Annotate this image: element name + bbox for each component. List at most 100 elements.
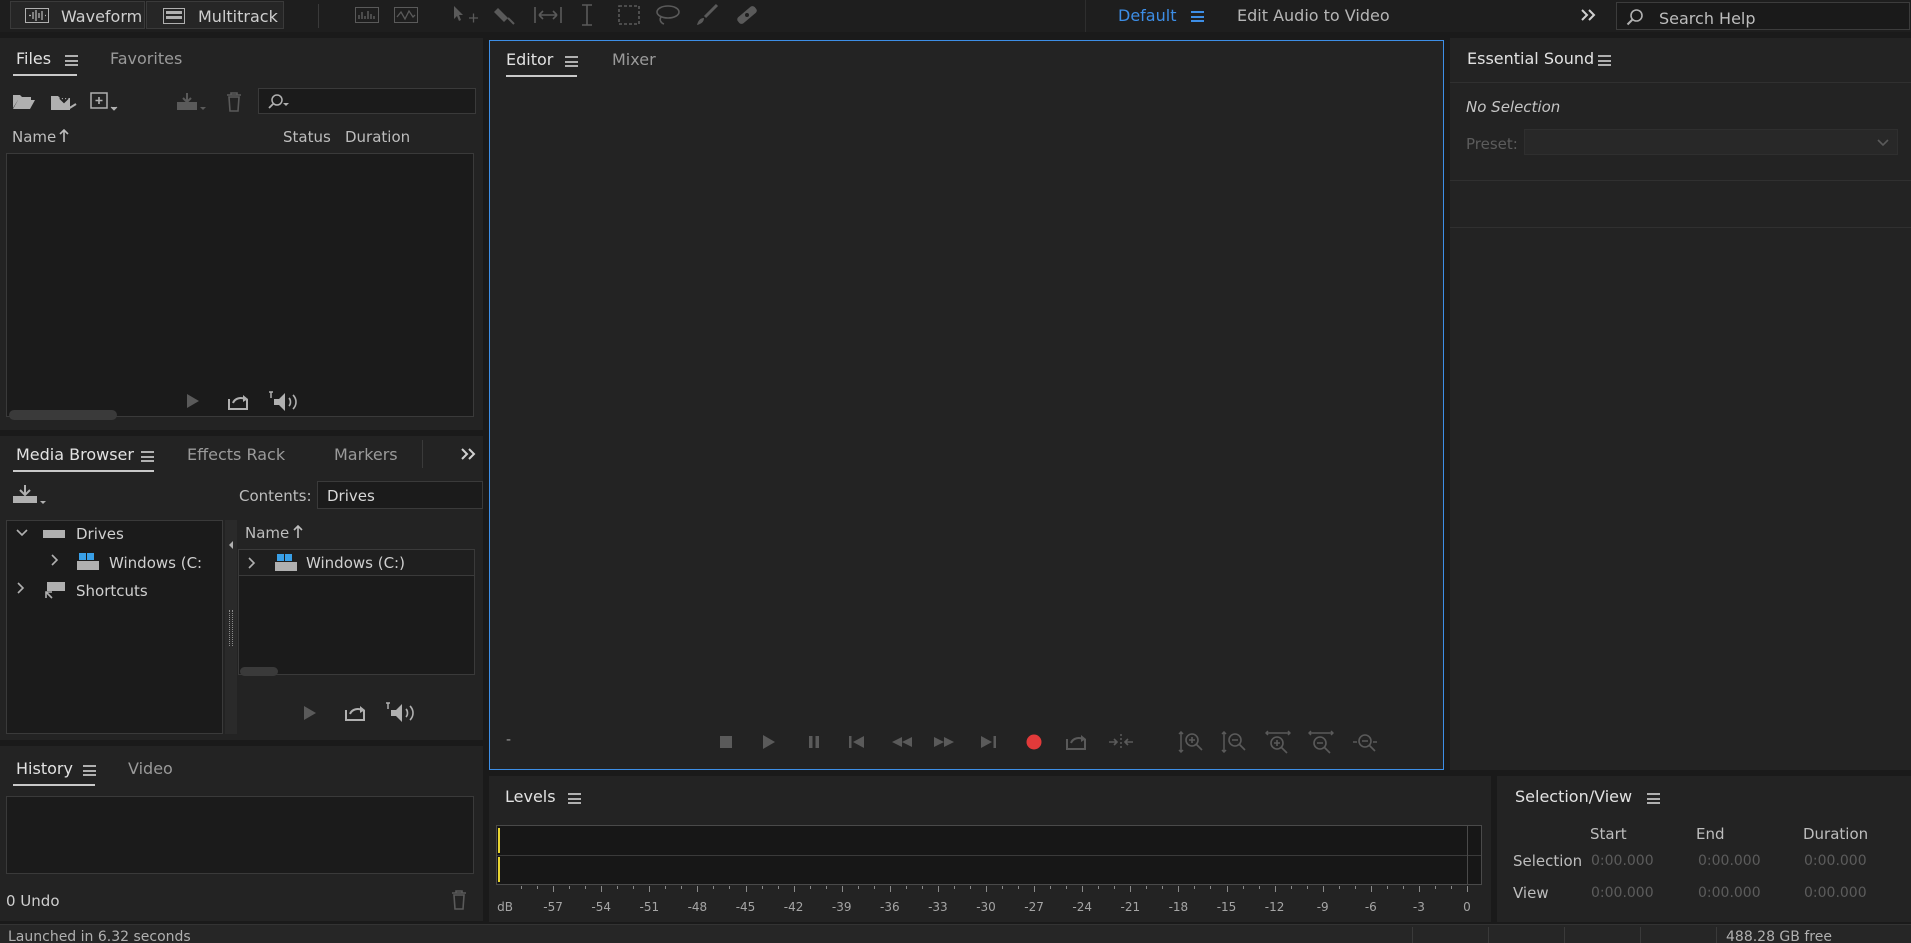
- column-status-header[interactable]: Status: [283, 128, 331, 146]
- tab-mixer[interactable]: Mixer: [612, 50, 656, 69]
- level-scale-ticks: [489, 886, 1491, 892]
- zoom-out-time-icon[interactable]: [1308, 730, 1334, 754]
- selection-start-value[interactable]: 0:00.000: [1591, 853, 1654, 869]
- spectral-frequency-icon[interactable]: [355, 7, 379, 23]
- workspace-default[interactable]: Default: [1118, 6, 1176, 25]
- tree-item-shortcuts[interactable]: Shortcuts: [76, 582, 148, 600]
- level-tick-mark: [873, 886, 875, 889]
- workspace-overflow-icon[interactable]: [1580, 9, 1596, 21]
- zoom-out-amplitude-icon[interactable]: [1221, 731, 1247, 753]
- pause-icon[interactable]: [807, 735, 821, 749]
- history-menu-icon[interactable]: [83, 765, 96, 776]
- zoom-in-time-icon[interactable]: [1265, 730, 1291, 754]
- play-icon[interactable]: [762, 734, 776, 750]
- new-file-icon[interactable]: [90, 92, 118, 112]
- trash-icon[interactable]: [226, 92, 242, 112]
- tab-effects-rack[interactable]: Effects Rack: [187, 445, 285, 464]
- files-panel-menu-icon[interactable]: [65, 55, 78, 66]
- import-file-icon[interactable]: [50, 91, 78, 113]
- selection-end-value[interactable]: 0:00.000: [1698, 853, 1761, 869]
- zoom-out-full-icon[interactable]: [1352, 730, 1378, 754]
- workspace-edit-audio-to-video[interactable]: Edit Audio to Video: [1237, 6, 1390, 25]
- files-search-input[interactable]: [258, 88, 476, 114]
- stop-icon[interactable]: [719, 735, 733, 749]
- chevron-down-icon[interactable]: [16, 528, 28, 538]
- spectral-pitch-icon[interactable]: [394, 7, 418, 23]
- skip-to-start-icon[interactable]: [848, 735, 866, 749]
- level-tick-mark: [1370, 886, 1372, 892]
- tab-markers[interactable]: Markers: [334, 445, 398, 464]
- horizontal-scrollbar[interactable]: [9, 410, 117, 420]
- lasso-selection-tool-icon[interactable]: [655, 4, 681, 26]
- insert-into-multitrack-icon[interactable]: [176, 92, 206, 112]
- files-list[interactable]: [6, 153, 474, 420]
- tab-favorites[interactable]: Favorites: [110, 49, 182, 68]
- view-duration-value[interactable]: 0:00.000: [1804, 885, 1867, 901]
- tree-splitter[interactable]: [225, 520, 237, 734]
- tab-video[interactable]: Video: [128, 759, 173, 778]
- view-end-value[interactable]: 0:00.000: [1698, 885, 1761, 901]
- media-browser-menu-icon[interactable]: [141, 451, 154, 462]
- time-selection-tool-icon[interactable]: [580, 4, 594, 26]
- tab-editor[interactable]: Editor: [506, 50, 553, 69]
- media-import-icon[interactable]: [12, 484, 46, 506]
- tab-media-browser[interactable]: Media Browser: [16, 445, 134, 464]
- record-icon[interactable]: [1026, 734, 1042, 750]
- skip-selection-icon[interactable]: [1107, 734, 1135, 750]
- preset-dropdown[interactable]: [1524, 129, 1898, 155]
- level-scale-label: -9: [1316, 900, 1329, 914]
- selection-duration-value[interactable]: 0:00.000: [1804, 853, 1867, 869]
- contents-dropdown[interactable]: Drives: [317, 481, 483, 509]
- chevron-right-icon[interactable]: [247, 557, 257, 569]
- status-divider: [1488, 927, 1489, 943]
- column-duration-header[interactable]: Duration: [345, 128, 410, 146]
- sort-ascending-icon: [59, 129, 69, 142]
- loop-playback-icon[interactable]: [1065, 732, 1089, 751]
- level-tick-mark: [1418, 886, 1420, 892]
- loop-preview-icon[interactable]: [344, 703, 368, 722]
- selection-view-menu-icon[interactable]: [1647, 793, 1660, 804]
- column-name-header[interactable]: Name: [12, 128, 56, 146]
- loop-preview-icon[interactable]: [227, 392, 251, 411]
- chevron-right-icon[interactable]: [16, 582, 26, 594]
- workspace-menu-icon[interactable]: [1191, 11, 1204, 22]
- history-list[interactable]: [6, 796, 474, 874]
- trash-icon[interactable]: [451, 890, 467, 910]
- zoom-in-amplitude-icon[interactable]: [1178, 731, 1204, 753]
- autoplay-speaker-icon[interactable]: [268, 391, 300, 413]
- editor-menu-icon[interactable]: [565, 56, 578, 67]
- skip-to-end-icon[interactable]: [979, 735, 997, 749]
- media-file-list[interactable]: Windows (C:): [238, 549, 475, 676]
- tab-files[interactable]: Files: [16, 49, 51, 68]
- tree-item-windows-drive[interactable]: Windows (C:: [109, 554, 202, 572]
- panel-overflow-icon[interactable]: [460, 448, 476, 460]
- multitrack-button[interactable]: Multitrack: [146, 1, 284, 29]
- move-tool-icon[interactable]: [451, 4, 479, 26]
- play-preview-icon[interactable]: [303, 705, 317, 721]
- level-tick-mark: [1434, 886, 1436, 889]
- chevron-right-icon[interactable]: [50, 554, 60, 566]
- waveform-button[interactable]: Waveform: [10, 1, 145, 29]
- list-item[interactable]: Windows (C:): [239, 550, 474, 576]
- column-name-header[interactable]: Name: [245, 524, 289, 542]
- tree-item-drives[interactable]: Drives: [76, 525, 124, 543]
- slip-tool-icon[interactable]: [533, 5, 563, 25]
- play-preview-icon[interactable]: [186, 393, 200, 409]
- marquee-selection-tool-icon[interactable]: [618, 5, 640, 25]
- tab-history[interactable]: History: [16, 759, 73, 778]
- search-help-field[interactable]: Search Help: [1616, 2, 1910, 30]
- rewind-icon[interactable]: [891, 736, 913, 748]
- essential-sound-menu-icon[interactable]: [1598, 55, 1611, 66]
- spot-healing-brush-icon[interactable]: [734, 3, 760, 27]
- autoplay-speaker-icon[interactable]: [385, 702, 417, 724]
- paintbrush-selection-tool-icon[interactable]: [695, 3, 719, 27]
- levels-menu-icon[interactable]: [568, 793, 581, 804]
- view-start-value[interactable]: 0:00.000: [1591, 885, 1654, 901]
- open-folder-icon[interactable]: [12, 92, 36, 110]
- fast-forward-icon[interactable]: [933, 736, 955, 748]
- razor-tool-icon[interactable]: [494, 4, 518, 26]
- shortcuts-icon: [45, 582, 65, 599]
- active-tab-underline: [13, 74, 77, 76]
- drives-tree[interactable]: Drives Windows (C: Shortcuts: [6, 520, 223, 734]
- horizontal-scrollbar[interactable]: [240, 667, 278, 676]
